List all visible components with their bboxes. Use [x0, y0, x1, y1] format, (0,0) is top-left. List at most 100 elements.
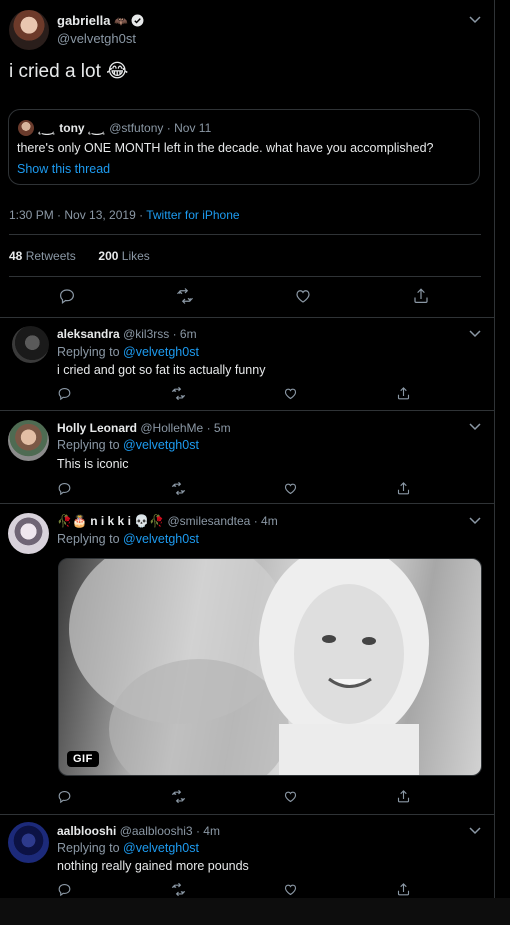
- quote-date: Nov 11: [174, 121, 212, 135]
- quoted-tweet[interactable]: ˛‿˛ tony ˛‿˛ @stfutony · Nov 11 there's …: [8, 109, 480, 185]
- replying-to-label: Replying to: [57, 345, 124, 359]
- replying-to: Replying to @velvetgh0st: [57, 345, 199, 359]
- replying-to-label: Replying to: [57, 438, 124, 452]
- chevron-down-icon[interactable]: [469, 827, 481, 835]
- like-icon[interactable]: [283, 481, 301, 499]
- author-handle[interactable]: @velvetgh0st: [57, 31, 136, 46]
- avatar[interactable]: [8, 420, 49, 461]
- reply-actions: [0, 789, 494, 807]
- retweet-icon[interactable]: [171, 789, 189, 807]
- reply-icon[interactable]: [57, 481, 75, 499]
- replying-to-handle[interactable]: @velvetgh0st: [123, 345, 199, 359]
- chevron-down-icon[interactable]: [469, 423, 481, 431]
- reply-author-handle[interactable]: @smilesandtea: [167, 514, 250, 528]
- chevron-down-icon[interactable]: [469, 16, 481, 24]
- like-icon[interactable]: [283, 789, 301, 807]
- share-icon[interactable]: [396, 789, 414, 807]
- reply-time[interactable]: · 4m: [254, 514, 278, 528]
- reply-actions: [0, 386, 494, 404]
- retweet-icon[interactable]: [171, 386, 189, 404]
- tweet-actions: [0, 287, 494, 305]
- divider: [9, 234, 481, 235]
- chevron-down-icon[interactable]: [469, 517, 481, 525]
- replying-to: Replying to @velvetgh0st: [57, 841, 199, 855]
- reply-tweet[interactable]: Holly Leonard @HollehMe · 5m Replying to…: [0, 411, 494, 503]
- reply-icon[interactable]: [57, 882, 75, 898]
- share-icon[interactable]: [396, 386, 414, 404]
- reply-icon[interactable]: [57, 386, 75, 404]
- retweets-count: 48: [9, 249, 23, 263]
- like-icon[interactable]: [283, 882, 301, 898]
- chevron-down-icon[interactable]: [469, 330, 481, 338]
- avatar[interactable]: [12, 326, 49, 363]
- quote-text: there's only ONE MONTH left in the decad…: [17, 141, 434, 155]
- reply-time[interactable]: · 4m: [196, 824, 220, 838]
- reply-icon[interactable]: [57, 789, 75, 807]
- tweet-text-row: i cried a lot 😂: [9, 60, 128, 83]
- like-icon[interactable]: [283, 386, 301, 404]
- quote-author-row: ˛‿˛ tony ˛‿˛ @stfutony · Nov 11: [38, 121, 211, 135]
- replying-to-handle[interactable]: @velvetgh0st: [123, 438, 199, 452]
- divider: [9, 276, 481, 277]
- avatar[interactable]: [9, 10, 49, 50]
- show-thread-link[interactable]: Show this thread: [17, 162, 110, 176]
- retweet-icon[interactable]: [171, 481, 189, 499]
- likes-label: Likes: [121, 249, 150, 263]
- bat-emoji: 🦇: [114, 16, 128, 28]
- reply-author-row: aalblooshi @aalblooshi3 · 4m: [57, 824, 220, 838]
- retweets-stat[interactable]: 48 Retweets: [9, 249, 79, 263]
- share-icon[interactable]: [396, 882, 414, 898]
- replying-to: Replying to @velvetgh0st: [57, 438, 199, 452]
- replying-to-label: Replying to: [57, 841, 124, 855]
- tweet-meta: 1:30 PM · Nov 13, 2019 · Twitter for iPh…: [9, 208, 240, 222]
- reply-author-row: 🥀🎂 n i k k i 💀🥀 @smilesandtea · 4m: [57, 514, 278, 528]
- reply-text: This is iconic: [57, 457, 129, 471]
- reply-author-row: Holly Leonard @HollehMe · 5m: [57, 421, 231, 435]
- tweet-timestamp[interactable]: 1:30 PM · Nov 13, 2019 ·: [9, 208, 146, 222]
- gif-illustration: [69, 559, 429, 775]
- reply-text: nothing really gained more pounds: [57, 859, 249, 873]
- avatar[interactable]: [8, 513, 49, 554]
- tears-of-joy-emoji: 😂: [106, 61, 129, 82]
- reply-tweet[interactable]: aalblooshi @aalblooshi3 · 4m Replying to…: [0, 815, 494, 898]
- share-icon[interactable]: [412, 287, 430, 305]
- replying-to-handle[interactable]: @velvetgh0st: [123, 532, 199, 546]
- reply-author-handle[interactable]: @aalblooshi3: [120, 824, 193, 838]
- retweets-label: Retweets: [25, 249, 76, 263]
- gif-media[interactable]: GIF: [58, 558, 482, 776]
- retweet-icon[interactable]: [176, 287, 194, 305]
- reply-actions: [0, 882, 494, 898]
- reply-author-name[interactable]: 🥀🎂 n i k k i 💀🥀: [57, 514, 164, 528]
- reply-time[interactable]: · 5m: [207, 421, 231, 435]
- likes-count: 200: [98, 249, 119, 263]
- verified-badge-icon: [131, 14, 144, 30]
- retweet-icon[interactable]: [171, 882, 189, 898]
- reply-author-handle[interactable]: @HollehMe: [140, 421, 203, 435]
- reply-author-row: aleksandra @kil3rss · 6m: [57, 327, 197, 341]
- tweet-text: i cried a lot: [9, 61, 101, 82]
- reply-author-name[interactable]: Holly Leonard: [57, 421, 137, 435]
- likes-stat[interactable]: 200 Likes: [98, 249, 149, 263]
- share-icon[interactable]: [396, 481, 414, 499]
- tweet-source[interactable]: Twitter for iPhone: [146, 208, 239, 222]
- reply-text: i cried and got so fat its actually funn…: [57, 363, 266, 377]
- replying-to: Replying to @velvetgh0st: [57, 532, 199, 546]
- author-row: gabriella 🦇: [57, 13, 144, 30]
- tweet-stats: 48 Retweets 200 Likes: [9, 249, 150, 263]
- replying-to-handle[interactable]: @velvetgh0st: [123, 841, 199, 855]
- author-name[interactable]: gabriella: [57, 13, 110, 28]
- quote-sep: ·: [166, 121, 171, 135]
- reply-tweet[interactable]: 🥀🎂 n i k k i 💀🥀 @smilesandtea · 4m Reply…: [0, 504, 494, 814]
- reply-icon[interactable]: [58, 287, 76, 305]
- bottom-strip: [0, 898, 510, 925]
- like-icon[interactable]: [294, 287, 312, 305]
- reply-actions: [0, 481, 494, 499]
- replying-to-label: Replying to: [57, 532, 124, 546]
- reply-author-name[interactable]: aalblooshi: [57, 824, 116, 838]
- reply-tweet[interactable]: aleksandra @kil3rss · 6m Replying to @ve…: [0, 318, 494, 410]
- reply-time[interactable]: · 6m: [173, 327, 197, 341]
- tweet-thread: gabriella 🦇 @velvetgh0st i cried a lot 😂…: [0, 0, 495, 898]
- reply-author-handle[interactable]: @kil3rss: [123, 327, 169, 341]
- avatar[interactable]: [8, 822, 49, 863]
- reply-author-name[interactable]: aleksandra: [57, 327, 120, 341]
